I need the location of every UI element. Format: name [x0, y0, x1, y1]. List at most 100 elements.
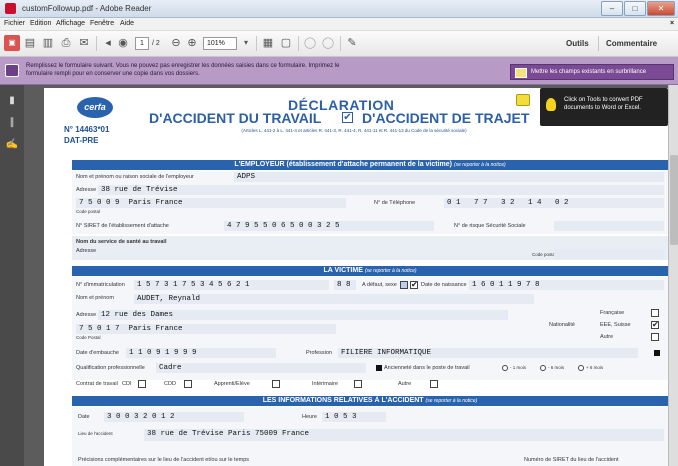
sex-checkbox[interactable] — [400, 281, 408, 289]
signature-icon[interactable]: ✍ — [5, 139, 19, 151]
zoom-out-icon[interactable]: ⊖ — [168, 35, 184, 51]
comment-note-icon[interactable] — [516, 94, 530, 106]
contract-other-checkbox[interactable] — [430, 380, 438, 388]
menu-help[interactable]: Aide — [120, 20, 134, 27]
contract-temp-label: Intérimaire — [312, 381, 338, 387]
hire-date-label: Date d'embauche — [76, 350, 119, 356]
contract-cdd-label: CDD — [164, 381, 176, 387]
fit-page-icon[interactable]: ▦ — [260, 35, 276, 51]
qualification-label: Qualification professionnelle — [76, 365, 145, 371]
victim-address-field[interactable]: 12 rue des Dames — [98, 310, 508, 320]
employer-section-header: L'EMPLOYEUR (établissement d'attache per… — [72, 160, 668, 170]
email-icon[interactable]: ✉ — [76, 35, 92, 51]
risk-number-label: N° de risque Sécurité Sociale — [454, 223, 526, 229]
zoom-input[interactable]: 101% — [203, 37, 237, 50]
accident-date-label: Date — [78, 414, 90, 420]
seniority-1m-label: - 1 mois — [510, 365, 527, 370]
accident-section-header: LES INFORMATIONS RELATIVES À L'ACCIDENT … — [72, 396, 668, 406]
comment-icon[interactable]: ◯ — [302, 35, 318, 51]
zoom-in-icon[interactable]: ⊕ — [184, 35, 200, 51]
fit-width-icon[interactable]: ▢ — [278, 35, 294, 51]
next-page-icon[interactable]: ◉ — [115, 35, 131, 51]
zoom-dropdown-icon[interactable]: ▾ — [238, 35, 254, 51]
seniority-1m-radio[interactable] — [502, 365, 508, 371]
accident-travail-checkbox[interactable]: ✔ — [342, 112, 353, 123]
close-document-icon[interactable]: × — [670, 20, 674, 27]
ssn-field[interactable]: 1 5 7 3 1 7 5 3 4 5 6 2 1 — [134, 280, 329, 290]
seniority-more-radio[interactable] — [578, 365, 584, 371]
tools-pane-link[interactable]: Outils — [566, 39, 589, 48]
navigation-pane: ▮ ∥ ✍ — [0, 85, 24, 466]
victim-city-field[interactable]: 7 5 0 1 7 Paris France — [76, 324, 336, 334]
page-number-input[interactable]: 1 — [135, 37, 149, 50]
seniority-6m-radio[interactable] — [540, 365, 546, 371]
employer-address-field[interactable]: 38 rue de Trévise — [98, 185, 664, 195]
nationality-other-label: Autre — [600, 334, 614, 340]
sex-checked-checkbox[interactable]: ✔ — [410, 281, 418, 289]
employer-name-field[interactable]: ADPS — [234, 172, 664, 182]
nationality-label: Nationalité — [549, 322, 575, 328]
menu-edit[interactable]: Edition — [30, 20, 51, 27]
health-service-label: Nom du service de santé au travail — [76, 239, 167, 245]
contract-temp-checkbox[interactable] — [354, 380, 362, 388]
previous-page-icon[interactable]: ◂ — [100, 35, 116, 51]
menu-bar: Fichier Edition Affichage Fenêtre Aide × — [0, 18, 678, 31]
vertical-scrollbar[interactable] — [668, 85, 678, 466]
ssn-key-field[interactable]: 8 8 — [334, 280, 356, 290]
contract-cdi-checkbox[interactable] — [138, 380, 146, 388]
save-icon[interactable]: ▥ — [40, 35, 56, 51]
employer-city-field[interactable]: 7 5 0 0 9 Paris France — [76, 198, 346, 208]
contract-apprentice-label: Apprenti/Elève — [214, 381, 250, 387]
lightbulb-icon — [546, 98, 556, 111]
window-title-bar: customFollowup.pdf - Adobe Reader – □ ✕ — [0, 0, 678, 18]
pages-thumbnail-icon[interactable]: ▮ — [5, 95, 19, 107]
sex-label: A défaut, sexe — [362, 282, 397, 288]
siret-field[interactable]: 4 7 9 5 5 0 6 5 0 0 3 2 5 — [224, 221, 434, 231]
accident-time-field[interactable]: 1 0 5 3 — [322, 412, 386, 422]
health-postcode-field[interactable] — [554, 249, 664, 259]
form-notification-bar: Remplissez le formulaire suivant. Vous n… — [0, 57, 678, 85]
contract-apprentice-checkbox[interactable] — [272, 380, 280, 388]
victim-name-label: Nom et prénom — [76, 295, 114, 301]
contract-cdd-checkbox[interactable] — [184, 380, 192, 388]
birth-date-field[interactable]: 1 6 0 1 1 9 7 8 — [469, 280, 664, 290]
tooltip-text: Click on Tools to convert PDF documents … — [564, 97, 643, 111]
minimize-button[interactable]: – — [601, 1, 623, 16]
nationality-other-checkbox[interactable] — [651, 333, 659, 341]
print-icon[interactable]: ⎙ — [58, 35, 74, 51]
profession-field[interactable]: FILIERE INFORMATIQUE — [338, 348, 638, 358]
victim-name-field[interactable]: AUDET, Reynald — [134, 294, 534, 304]
menu-view[interactable]: Affichage — [56, 20, 85, 27]
maximize-button[interactable]: □ — [624, 1, 646, 16]
victim-section-header: LA VICTIME (se reporter à la notice) — [72, 266, 668, 276]
seniority-marker — [376, 365, 382, 371]
seniority-more-label: + 6 mois — [586, 365, 604, 370]
accident-date-field[interactable]: 3 0 0 3 2 0 1 2 — [104, 412, 244, 422]
accident-travail-title: D'ACCIDENT DU TRAVAIL — [149, 110, 322, 126]
accident-place-field[interactable]: 38 rue de Trévise Paris 75009 France — [144, 429, 664, 441]
contract-label: Contrat de travail — [76, 381, 118, 387]
risk-number-field[interactable] — [554, 221, 664, 231]
legal-references: (Articles L. 441-2 à L. 441-4 et article… — [241, 128, 467, 133]
create-pdf-icon[interactable]: ▣ — [4, 35, 20, 51]
menu-window[interactable]: Fenêtre — [90, 20, 114, 27]
hire-date-field[interactable]: 1 1 0 9 1 9 9 9 — [126, 348, 276, 358]
close-button[interactable]: ✕ — [647, 1, 675, 16]
qualification-field[interactable]: Cadre — [156, 363, 366, 373]
comment-pane-link[interactable]: Commentaire — [606, 39, 657, 48]
highlight-fields-button[interactable]: Mettre les champs existants en surbrilla… — [510, 64, 674, 80]
open-icon[interactable]: ▤ — [22, 35, 38, 51]
nationality-french-checkbox[interactable] — [651, 309, 659, 317]
accident-trajet-title: D'ACCIDENT DE TRAJET — [362, 110, 530, 126]
page-total: / 2 — [152, 40, 160, 47]
sign-icon[interactable]: ✎ — [344, 35, 360, 51]
employer-postcode-label: Code postal — [76, 209, 101, 214]
highlight-icon[interactable]: ◯ — [320, 35, 336, 51]
attachment-icon[interactable]: ∥ — [5, 117, 19, 129]
employer-phone-label: N° de Téléphone — [374, 200, 416, 206]
scrollbar-thumb[interactable] — [670, 155, 678, 245]
menu-file[interactable]: Fichier — [4, 20, 25, 27]
contract-other-label: Autre — [398, 381, 412, 387]
employer-phone-field[interactable]: 0 1 7 7 3 2 1 4 0 2 — [444, 198, 664, 208]
nationality-eee-checkbox[interactable]: ✔ — [651, 321, 659, 329]
